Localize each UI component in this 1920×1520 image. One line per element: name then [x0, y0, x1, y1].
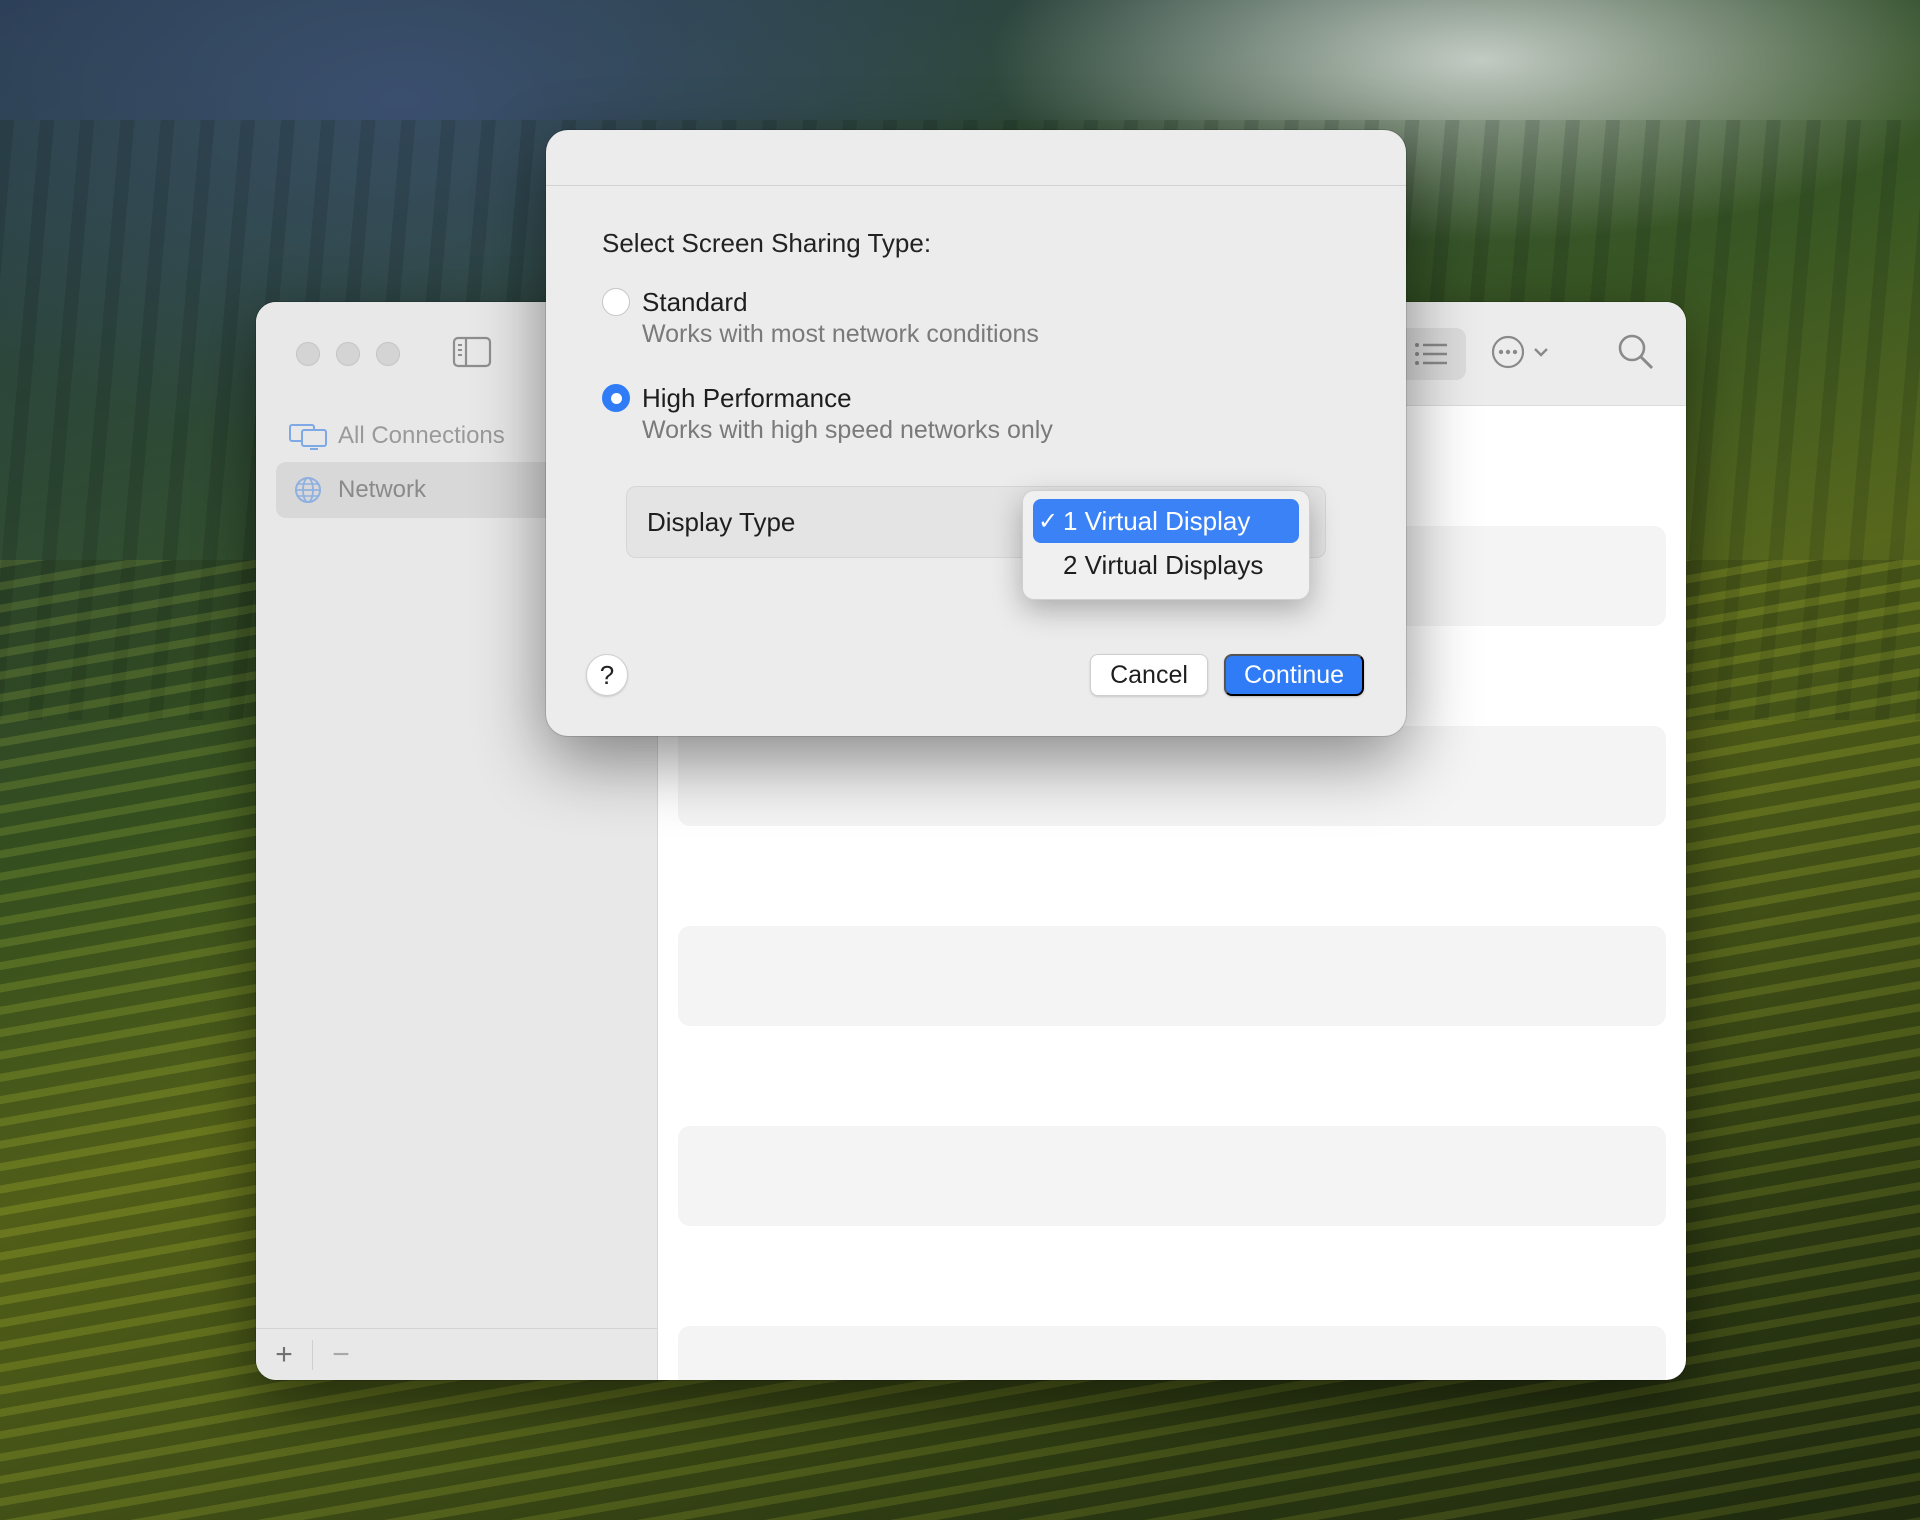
checkmark-icon: ✓	[1037, 507, 1059, 535]
option-standard[interactable]: Standard Works with most network conditi…	[602, 286, 1039, 350]
cancel-button[interactable]: Cancel	[1090, 654, 1208, 696]
zoom-window-button[interactable]	[376, 342, 400, 366]
list-view-icon[interactable]	[1396, 328, 1466, 380]
display-type-menu: ✓ 1 Virtual Display 2 Virtual Displays	[1022, 490, 1310, 600]
connection-row-placeholder	[678, 1126, 1666, 1226]
option-title: Standard	[642, 287, 748, 317]
window-controls	[296, 342, 400, 366]
option-title: High Performance	[642, 383, 852, 413]
help-button[interactable]: ?	[586, 654, 628, 696]
connection-row-placeholder	[678, 726, 1666, 826]
add-connection-button[interactable]: +	[256, 1335, 312, 1375]
standard-radio[interactable]	[602, 288, 630, 316]
screen-sharing-type-dialog: Select Screen Sharing Type: Standard Wor…	[546, 130, 1406, 736]
more-options-button[interactable]	[1490, 334, 1560, 375]
more-options-icon	[1490, 334, 1526, 375]
sidebar-toggle-icon[interactable]	[452, 336, 492, 368]
menu-item-1-virtual-display[interactable]: ✓ 1 Virtual Display	[1033, 499, 1299, 543]
sidebar-item-label: All Connections	[338, 422, 505, 449]
menu-item-label: 1 Virtual Display	[1063, 505, 1251, 536]
option-subtitle: Works with most network conditions	[642, 320, 1039, 348]
option-subtitle: Works with high speed networks only	[642, 416, 1053, 444]
connection-row-placeholder	[678, 926, 1666, 1026]
dialog-titlebar	[546, 130, 1406, 186]
option-high-performance[interactable]: High Performance Works with high speed n…	[602, 382, 1053, 446]
menu-item-label: 2 Virtual Displays	[1063, 549, 1264, 580]
sidebar-item-label: Network	[338, 476, 427, 503]
sidebar-footer: + −	[256, 1328, 657, 1380]
connection-row-placeholder	[678, 1326, 1666, 1380]
continue-button[interactable]: Continue	[1224, 654, 1364, 696]
chevron-down-icon	[1532, 345, 1550, 364]
high-performance-radio[interactable]	[602, 384, 630, 412]
dialog-prompt: Select Screen Sharing Type:	[602, 228, 932, 258]
remove-connection-button[interactable]: −	[313, 1335, 369, 1375]
minimize-window-button[interactable]	[336, 342, 360, 366]
displays-icon	[288, 421, 328, 451]
globe-icon	[288, 475, 328, 505]
menu-item-2-virtual-displays[interactable]: 2 Virtual Displays	[1033, 543, 1299, 587]
close-window-button[interactable]	[296, 342, 320, 366]
display-type-label: Display Type	[647, 507, 796, 537]
search-icon[interactable]	[1616, 332, 1656, 372]
